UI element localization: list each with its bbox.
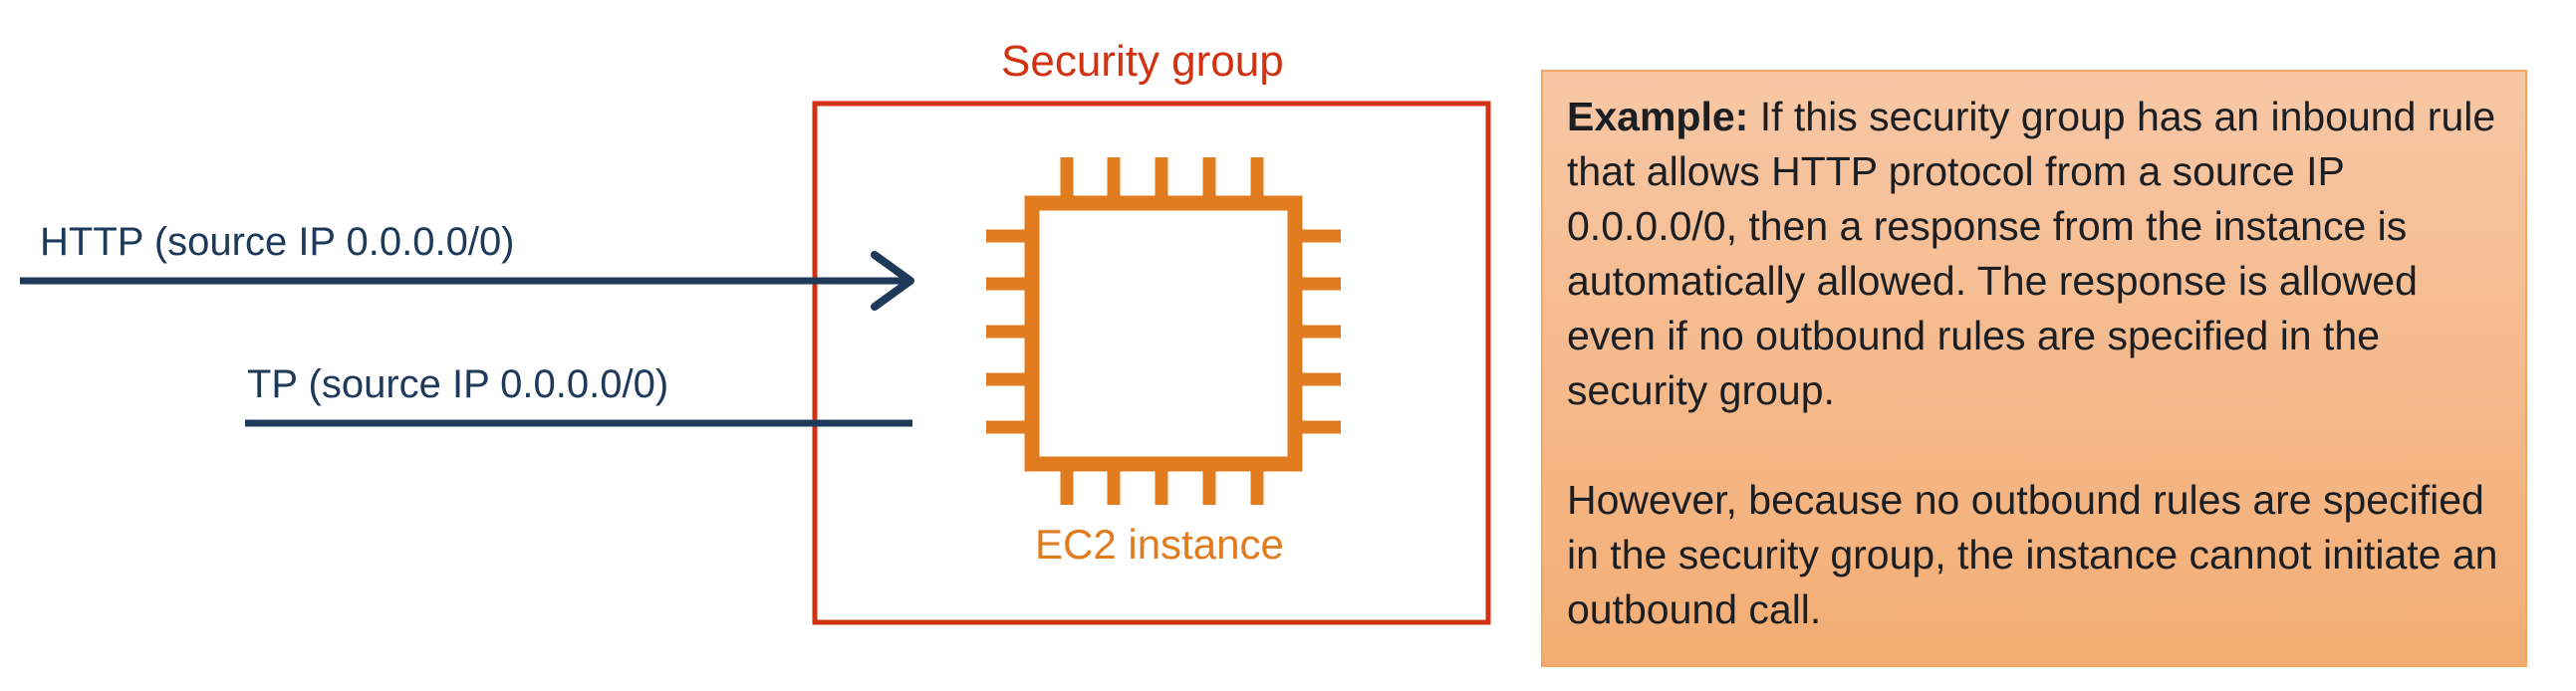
inbound-traffic-label: HTTP (source IP 0.0.0.0/0) [40,220,515,264]
example-heading: Example: [1567,94,1749,139]
ec2-instance-label: EC2 instance [1035,521,1284,568]
example-body-1: If this security group has an inbound ru… [1567,94,2496,413]
example-callout: Example: If this security group has an i… [1541,70,2527,667]
example-paragraph-2: However, because no outbound rules are s… [1567,473,2503,637]
example-body-2: However, because no outbound rules are s… [1567,477,2498,632]
example-paragraph-1: Example: If this security group has an i… [1567,90,2503,418]
security-group-label: Security group [1001,37,1284,86]
outbound-traffic-label: TP (source IP 0.0.0.0/0) [247,362,669,406]
diagram-canvas [20,101,1491,625]
chip-icon [986,157,1341,505]
